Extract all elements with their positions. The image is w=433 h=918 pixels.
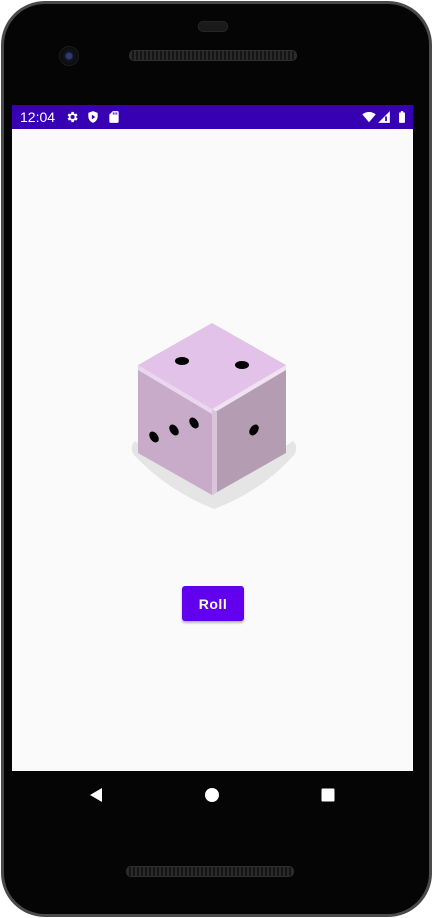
bottom-speaker-grille: [126, 866, 294, 877]
device-frame: 12:04 Roll: [0, 0, 433, 918]
dice-icon: [131, 323, 297, 509]
back-icon[interactable]: [86, 785, 106, 805]
shield-icon: [88, 111, 98, 123]
wifi-icon: [362, 112, 376, 123]
status-bar: 12:04: [12, 105, 413, 129]
home-icon[interactable]: [202, 785, 222, 805]
dice-pip: [175, 357, 189, 365]
status-time: 12:04: [20, 109, 56, 125]
gear-icon: [67, 111, 78, 123]
dice-pip: [235, 361, 249, 369]
roll-button[interactable]: Roll: [182, 586, 244, 621]
earpiece: [198, 21, 228, 32]
battery-icon: [399, 111, 405, 123]
navigation-bar: [12, 771, 413, 819]
top-speaker-grille: [129, 50, 297, 61]
screen: 12:04 Roll: [12, 105, 413, 771]
sd-card-icon: [109, 111, 119, 123]
dice-edge-vertical: [212, 409, 217, 495]
cell-signal-icon: [378, 111, 390, 123]
recents-icon[interactable]: [318, 785, 338, 805]
app-content: Roll: [12, 129, 413, 771]
front-camera: [59, 46, 79, 66]
